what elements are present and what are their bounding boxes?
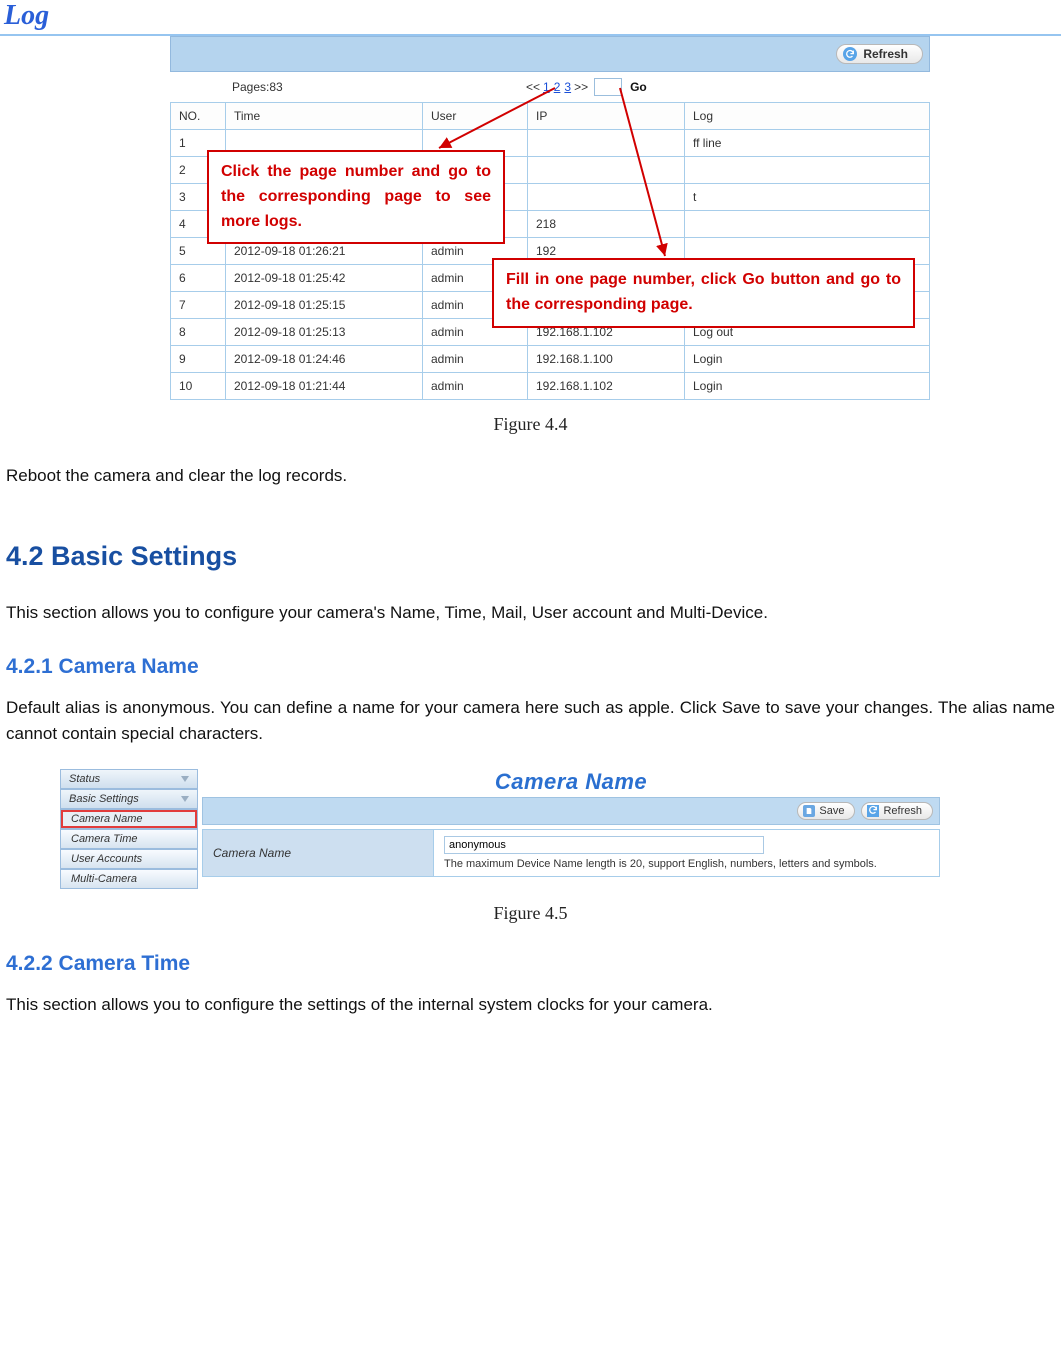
camera-name-title: Camera Name bbox=[202, 769, 940, 795]
sidebar-item-camera-time[interactable]: Camera Time bbox=[60, 829, 198, 849]
sidebar-item-label: User Accounts bbox=[71, 853, 142, 865]
refresh-button[interactable]: Refresh bbox=[836, 44, 923, 64]
cell-time: 2012-09-18 01:21:44 bbox=[226, 373, 423, 400]
sidebar-item-label: Camera Time bbox=[71, 833, 138, 845]
cell-no: 9 bbox=[171, 346, 226, 373]
sidebar-item-label: Camera Name bbox=[71, 813, 143, 825]
refresh-label: Refresh bbox=[883, 805, 922, 817]
chevron-down-icon bbox=[181, 796, 189, 802]
callout-page-number: Click the page number and go to the corr… bbox=[207, 150, 505, 244]
cell-ip bbox=[528, 157, 685, 184]
cell-log bbox=[685, 157, 930, 184]
cell-log: Login bbox=[685, 346, 930, 373]
log-heading: Log bbox=[0, 0, 1061, 36]
cell-time: 2012-09-18 01:25:42 bbox=[226, 265, 423, 292]
col-ip: IP bbox=[528, 103, 685, 130]
nav-prev[interactable]: << bbox=[526, 80, 540, 94]
page-link-1[interactable]: 1 bbox=[542, 80, 551, 94]
cell-user: admin bbox=[423, 346, 528, 373]
sidebar-item-label: Multi-Camera bbox=[71, 873, 137, 885]
nav-next[interactable]: >> bbox=[574, 80, 588, 94]
sidebar-item-label: Status bbox=[69, 773, 100, 785]
cell-ip: 192.168.1.100 bbox=[528, 346, 685, 373]
col-user: User bbox=[423, 103, 528, 130]
col-time: Time bbox=[226, 103, 423, 130]
save-button[interactable]: Save bbox=[797, 802, 855, 820]
page-number-input[interactable] bbox=[594, 78, 622, 96]
save-icon bbox=[803, 805, 815, 817]
cell-ip bbox=[528, 184, 685, 211]
sidebar-item-user-accounts[interactable]: User Accounts bbox=[60, 849, 198, 869]
chevron-down-icon bbox=[181, 776, 189, 782]
cell-log bbox=[685, 211, 930, 238]
cell-no: 6 bbox=[171, 265, 226, 292]
sidebar-item-label: Basic Settings bbox=[69, 793, 139, 805]
cell-ip: 218 bbox=[528, 211, 685, 238]
cell-log: Login bbox=[685, 373, 930, 400]
cell-no: 8 bbox=[171, 319, 226, 346]
refresh-label: Refresh bbox=[863, 47, 908, 61]
figure44-caption: Figure 4.4 bbox=[0, 414, 1061, 435]
page-link-3[interactable]: 3 bbox=[563, 80, 572, 94]
page-link-2[interactable]: 2 bbox=[553, 80, 562, 94]
heading-4-2: 4.2 Basic Settings bbox=[6, 541, 1055, 572]
cell-ip: 192.168.1.102 bbox=[528, 373, 685, 400]
text-4-2-2: This section allows you to configure the… bbox=[6, 992, 1055, 1018]
refresh-icon bbox=[843, 47, 857, 61]
pages-count: Pages:83 bbox=[232, 80, 526, 94]
sidebar-item-basic-settings[interactable]: Basic Settings bbox=[60, 789, 198, 809]
text-reboot: Reboot the camera and clear the log reco… bbox=[6, 463, 1055, 489]
side-menu: Status Basic Settings Camera Name Camera… bbox=[60, 769, 198, 889]
col-no: NO. bbox=[171, 103, 226, 130]
callout-go-button: Fill in one page number, click Go button… bbox=[492, 258, 915, 328]
cell-user: admin bbox=[423, 373, 528, 400]
save-label: Save bbox=[819, 805, 844, 817]
cell-ip bbox=[528, 130, 685, 157]
text-4-2-intro: This section allows you to configure you… bbox=[6, 600, 1055, 626]
go-button[interactable]: Go bbox=[628, 80, 649, 94]
camera-name-hint: The maximum Device Name length is 20, su… bbox=[444, 858, 929, 870]
cell-log: t bbox=[685, 184, 930, 211]
heading-4-2-1: 4.2.1 Camera Name bbox=[6, 655, 1055, 679]
figure45-caption: Figure 4.5 bbox=[0, 903, 1061, 924]
sidebar-item-status[interactable]: Status bbox=[60, 769, 198, 789]
heading-4-2-2: 4.2.2 Camera Time bbox=[6, 952, 1055, 976]
cell-no: 10 bbox=[171, 373, 226, 400]
table-row: 102012-09-18 01:21:44admin192.168.1.102L… bbox=[171, 373, 930, 400]
refresh-icon bbox=[867, 805, 879, 817]
camera-name-input[interactable] bbox=[444, 836, 764, 854]
sidebar-item-multi-camera[interactable]: Multi-Camera bbox=[60, 869, 198, 889]
cell-time: 2012-09-18 01:25:15 bbox=[226, 292, 423, 319]
camera-name-field-label: Camera Name bbox=[202, 829, 434, 877]
sidebar-item-camera-name[interactable]: Camera Name bbox=[60, 809, 198, 829]
cell-time: 2012-09-18 01:25:13 bbox=[226, 319, 423, 346]
table-row: 92012-09-18 01:24:46admin192.168.1.100Lo… bbox=[171, 346, 930, 373]
refresh-button-2[interactable]: Refresh bbox=[861, 802, 933, 820]
log-table: NO. Time User IP Log 1ff line23t42012-09… bbox=[170, 102, 930, 400]
col-log: Log bbox=[685, 103, 930, 130]
cell-no: 7 bbox=[171, 292, 226, 319]
cell-time: 2012-09-18 01:24:46 bbox=[226, 346, 423, 373]
cell-log: ff line bbox=[685, 130, 930, 157]
text-4-2-1: Default alias is anonymous. You can defi… bbox=[6, 695, 1055, 748]
